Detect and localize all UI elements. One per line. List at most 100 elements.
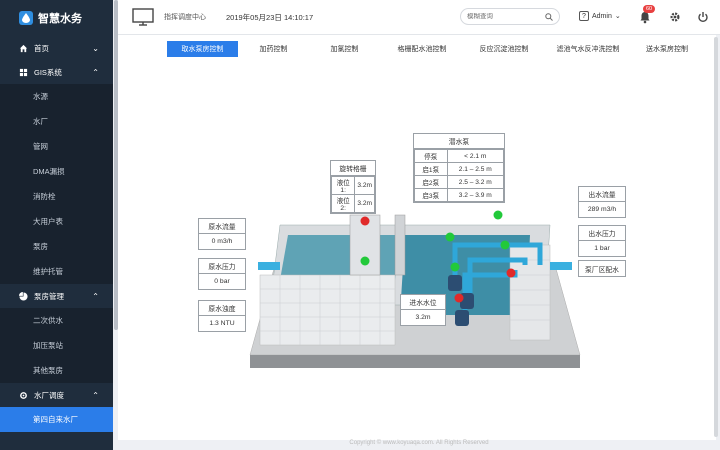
brand: 智慧水务 — [0, 0, 113, 36]
outlet-flow-panel: 出水流量 289 m3/h — [578, 186, 626, 218]
chevron-up-icon: ⌃ — [92, 291, 99, 301]
chevron-down-icon: ⌄ — [614, 13, 621, 20]
submersible-pump-label: 潜水泵 — [414, 134, 504, 149]
chevron-up-icon: ⌃ — [92, 67, 99, 77]
chevron-down-icon: ⌄ — [92, 43, 99, 53]
threshold-label: 启3泵 — [414, 188, 448, 202]
nav-group-plant-dispatch[interactable]: 水厂调度 ⌃ — [0, 383, 113, 407]
sidebar-item-fourth-water-plant[interactable]: 第四自来水厂 — [0, 407, 113, 432]
level-2-value: 3.2m — [354, 194, 375, 213]
sidebar-item-water-source[interactable]: 水源 — [0, 84, 113, 109]
threshold-range: 2.1 – 2.5 m — [446, 162, 504, 176]
chevron-up-icon: ⌃ — [92, 390, 99, 400]
threshold-range: 2.5 – 3.2 m — [446, 175, 504, 189]
settings-icon[interactable] — [669, 11, 681, 23]
outlet-pressure-label: 出水压力 — [579, 226, 625, 241]
sidebar-item-water-plant[interactable]: 水厂 — [0, 109, 113, 134]
sidebar-item-secondary-supply[interactable]: 二次供水 — [0, 308, 113, 333]
level-1-value: 3.2m — [354, 176, 375, 195]
tab-delivery-pump-control[interactable]: 送水泵房控制 — [632, 41, 702, 57]
raw-flow-label: 原水流量 — [199, 219, 245, 234]
tab-intake-pump-control[interactable]: 取水泵房控制 — [167, 41, 238, 57]
level-1-label: 液位1: — [330, 176, 356, 195]
rotary-grille-levels: 液位1: 3.2m 液位2: 3.2m — [330, 176, 375, 213]
tab-grille-distribution-control[interactable]: 格栅配水池控制 — [380, 41, 464, 57]
search-input[interactable] — [467, 13, 545, 20]
sidebar-item-pump-room[interactable]: 泵房 — [0, 234, 113, 259]
sidebar-item-booster-station[interactable]: 加压泵站 — [0, 333, 113, 358]
control-tabs: 取水泵房控制 加药控制 加氯控制 格栅配水池控制 反应沉淀池控制 滤池气水反冲洗… — [167, 41, 702, 57]
water-drop-icon — [19, 11, 33, 25]
raw-pressure-panel: 原水压力 0 bar — [198, 258, 246, 290]
pump-outlet-3-status-indicator[interactable] — [506, 268, 516, 278]
datetime: 2019年05月23日 14:10:17 — [226, 12, 314, 22]
level-2-label: 液位2: — [330, 194, 356, 213]
footer: Copyright © www.koyuaqa.com. All Rights … — [349, 440, 489, 446]
topbar: 指挥调度中心 2019年05月23日 14:10:17 ? Admin ⌄ 60 — [118, 0, 720, 35]
grille-2-status-indicator[interactable] — [360, 256, 370, 266]
sidebar-item-maintenance[interactable]: 维护托管 — [0, 259, 113, 284]
pump-outlet-1-status-indicator[interactable] — [493, 210, 503, 220]
pump-1-status-indicator[interactable] — [445, 232, 455, 242]
outlet-flow-value: 289 m3/h — [587, 206, 617, 213]
monitor-icon — [132, 8, 154, 26]
intake-pump-station-scene — [249, 210, 581, 368]
raw-pressure-value: 0 bar — [214, 278, 230, 285]
threshold-label: 启1泵 — [414, 162, 448, 176]
rotary-grille-label: 旋转格栅 — [331, 161, 375, 176]
main-scrollbar[interactable] — [714, 37, 718, 437]
nav-group-label: 水厂调度 — [34, 390, 64, 400]
submersible-pump-panel: 潜水泵 停泵 < 2.1 m 启1泵 2.1 – 2.5 m 启2泵 2.5 – 3.… — [413, 133, 505, 203]
sidebar-item-dma-leakage[interactable]: DMA漏损 — [0, 159, 113, 184]
inlet-level-value: 3.2m — [415, 314, 431, 321]
nav-group-gis[interactable]: GIS系统 ⌃ — [0, 60, 113, 84]
search-box — [460, 8, 560, 25]
sidebar-item-pipe-network[interactable]: 管网 — [0, 134, 113, 159]
sidebar-item-hydrant[interactable]: 消防栓 — [0, 184, 113, 209]
pie-icon — [19, 291, 28, 301]
nav-group-pump-management[interactable]: 泵房管理 ⌃ — [0, 284, 113, 308]
home-icon — [19, 44, 28, 52]
grille-1-status-indicator[interactable] — [360, 216, 370, 226]
raw-pressure-label: 原水压力 — [199, 259, 245, 274]
threshold-label: 启2泵 — [414, 175, 448, 189]
rotary-grille-panel: 旋转格栅 液位1: 3.2m 液位2: 3.2m — [330, 160, 376, 214]
nav-group-label: GIS系统 — [34, 67, 62, 77]
pump-threshold-table: 停泵 < 2.1 m 启1泵 2.1 – 2.5 m 启2泵 2.5 – 3.2 m … — [414, 149, 504, 202]
gear-icon — [20, 391, 27, 399]
user-name: Admin — [592, 12, 612, 20]
app-name: 智慧水务 — [38, 13, 82, 25]
inlet-level-panel: 进水水位 3.2m — [400, 294, 446, 326]
plant-distribution-panel[interactable]: 泵厂区配水 — [578, 260, 626, 277]
pump-outlet-2-status-indicator[interactable] — [500, 240, 510, 250]
tab-filter-backwash-control[interactable]: 滤池气水反冲洗控制 — [544, 41, 632, 57]
outlet-pressure-value: 1 bar — [594, 245, 610, 252]
search-icon[interactable] — [545, 12, 553, 21]
tab-chlorination-control[interactable]: 加氯控制 — [309, 41, 380, 57]
nav-group-home[interactable]: 首页 ⌄ — [0, 36, 113, 60]
sidebar-item-large-meter[interactable]: 大用户表 — [0, 209, 113, 234]
threshold-label: 停泵 — [414, 149, 448, 163]
plant-distribution-label: 泵厂区配水 — [585, 266, 619, 274]
sidebar-item-other-pumps[interactable]: 其他泵房 — [0, 358, 113, 383]
help-icon: ? — [579, 11, 589, 21]
threshold-range: < 2.1 m — [446, 149, 504, 163]
outlet-flow-label: 出水流量 — [579, 187, 625, 202]
grid-icon — [19, 68, 28, 76]
page-title: 指挥调度中心 — [164, 14, 206, 21]
raw-flow-value: 0 m3/h — [211, 238, 233, 245]
sidebar: 智慧水务 首页 ⌄ GIS系统 ⌃ 水源 水厂 管网 DMA漏损 消防栓 大用户… — [0, 0, 113, 450]
tab-dosing-control[interactable]: 加药控制 — [238, 41, 309, 57]
tab-sedimentation-control[interactable]: 反应沉淀池控制 — [464, 41, 544, 57]
pump-2-status-indicator[interactable] — [450, 262, 460, 272]
raw-turbidity-value: 1.3 NTU — [209, 320, 235, 327]
inlet-level-label: 进水水位 — [401, 295, 445, 310]
raw-flow-panel: 原水流量 0 m3/h — [198, 218, 246, 250]
threshold-range: 3.2 – 3.9 m — [446, 188, 504, 202]
nav-group-label: 首页 — [34, 43, 49, 53]
user-menu[interactable]: ? Admin ⌄ — [579, 11, 621, 21]
raw-turbidity-label: 原水浊度 — [199, 301, 245, 316]
power-icon[interactable] — [697, 11, 709, 23]
notification-badge: 60 — [643, 5, 656, 13]
pump-3-status-indicator[interactable] — [454, 293, 464, 303]
